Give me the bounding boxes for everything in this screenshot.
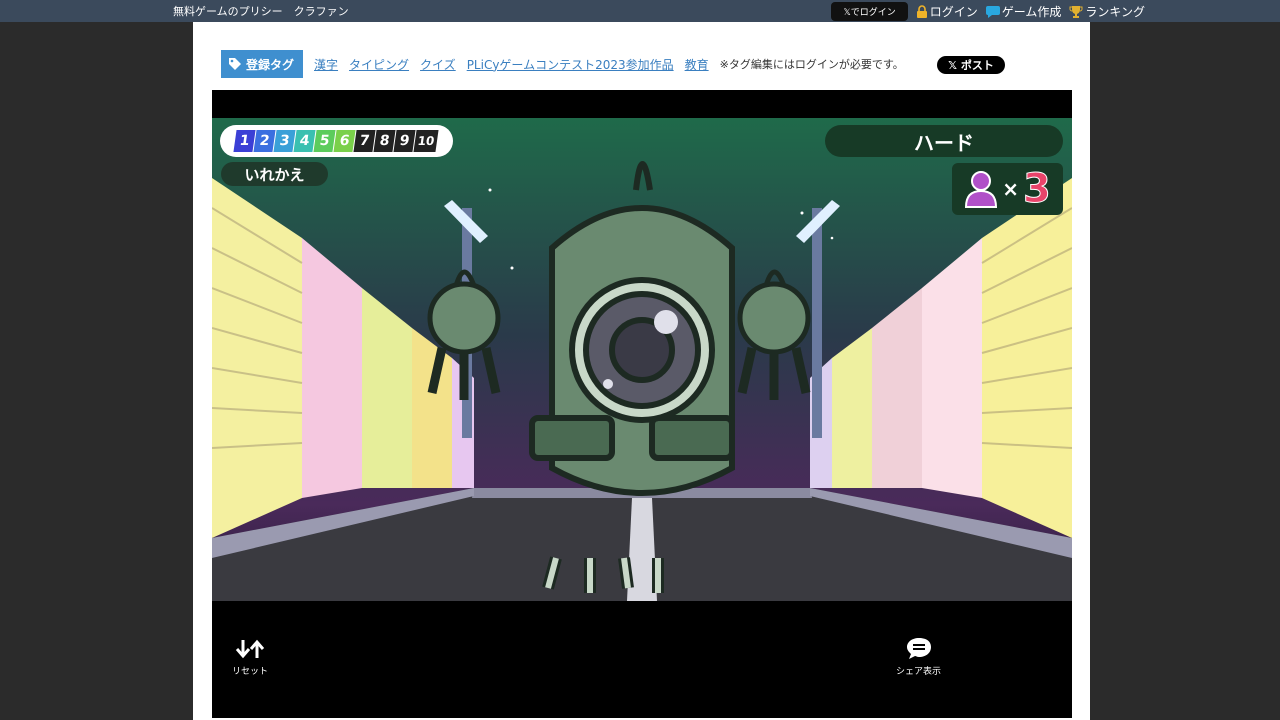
game-scene[interactable] xyxy=(212,118,1072,601)
speech-bubble-icon xyxy=(985,5,1000,18)
tag-edit-note: ※タグ編集にはログインが必要です。 xyxy=(719,58,904,71)
lock-icon xyxy=(916,4,927,18)
level-6[interactable]: 6 xyxy=(333,130,356,152)
top-nav: 𝕏でログイン ログイン ゲーム作成 ランキング xyxy=(831,0,1145,22)
level-10[interactable]: 10 xyxy=(413,130,439,152)
content-panel: 登録タグ 漢字 タイピング クイズ PLiCyゲームコンテスト2023参加作品 … xyxy=(193,22,1090,720)
top-bar: 無料ゲームのプリシー クラファン 𝕏でログイン ログイン ゲーム作成 ランキング xyxy=(0,0,1280,22)
ranking-link[interactable]: ランキング xyxy=(1069,3,1145,20)
site-title[interactable]: 無料ゲームのプリシー クラファン xyxy=(173,3,349,19)
tag-bar: 登録タグ 漢字 タイピング クイズ PLiCyゲームコンテスト2023参加作品 … xyxy=(221,50,904,78)
create-game-link[interactable]: ゲーム作成 xyxy=(985,3,1062,20)
login-link[interactable]: ログイン xyxy=(916,3,978,20)
registered-tags-badge: 登録タグ xyxy=(221,50,304,78)
level-1[interactable]: 1 xyxy=(233,130,256,152)
players-count: 3 xyxy=(1022,166,1051,213)
swap-button[interactable]: いれかえ xyxy=(221,162,328,186)
level-2[interactable]: 2 xyxy=(253,130,276,152)
reset-label: リセット xyxy=(232,667,269,677)
ranking-label: ランキング xyxy=(1085,4,1145,19)
players-times: × xyxy=(1002,177,1019,201)
create-game-label: ゲーム作成 xyxy=(1001,4,1062,19)
level-7[interactable]: 7 xyxy=(353,130,376,152)
tags-badge-label: 登録タグ xyxy=(246,57,295,72)
chat-bubble-icon xyxy=(906,638,931,659)
tag-link-education[interactable]: 教育 xyxy=(685,56,709,73)
tag-link-kanji[interactable]: 漢字 xyxy=(314,56,338,73)
level-9[interactable]: 9 xyxy=(393,130,416,152)
tag-link-typing[interactable]: タイピング xyxy=(349,56,409,73)
tag-link-contest[interactable]: PLiCyゲームコンテスト2023参加作品 xyxy=(467,56,674,73)
tag-link-quiz[interactable]: クイズ xyxy=(420,56,456,73)
level-5[interactable]: 5 xyxy=(313,130,336,152)
login-label: ログイン xyxy=(929,4,978,19)
share-button[interactable]: シェア表示 xyxy=(896,636,941,677)
player-icon xyxy=(965,171,998,208)
level-8[interactable]: 8 xyxy=(373,130,396,152)
player-count-badge: × 3 xyxy=(952,163,1063,215)
x-post-button[interactable]: 𝕏 ポスト xyxy=(937,56,1005,74)
reset-button[interactable]: リセット xyxy=(232,638,268,677)
level-3[interactable]: 3 xyxy=(273,130,296,152)
difficulty-label: ハード xyxy=(825,125,1063,157)
swap-arrows-icon xyxy=(235,639,265,659)
level-selector[interactable]: 1 2 3 4 5 6 7 8 9 10 xyxy=(220,125,453,157)
x-login-button[interactable]: 𝕏でログイン xyxy=(831,1,908,21)
game-frame[interactable]: 1 2 3 4 5 6 7 8 9 10 いれかえ ハード × 3 リセット シ… xyxy=(212,90,1072,718)
share-label: シェア表示 xyxy=(896,667,942,677)
tag-icon xyxy=(229,58,241,70)
level-4[interactable]: 4 xyxy=(293,130,316,152)
trophy-icon xyxy=(1069,5,1083,18)
